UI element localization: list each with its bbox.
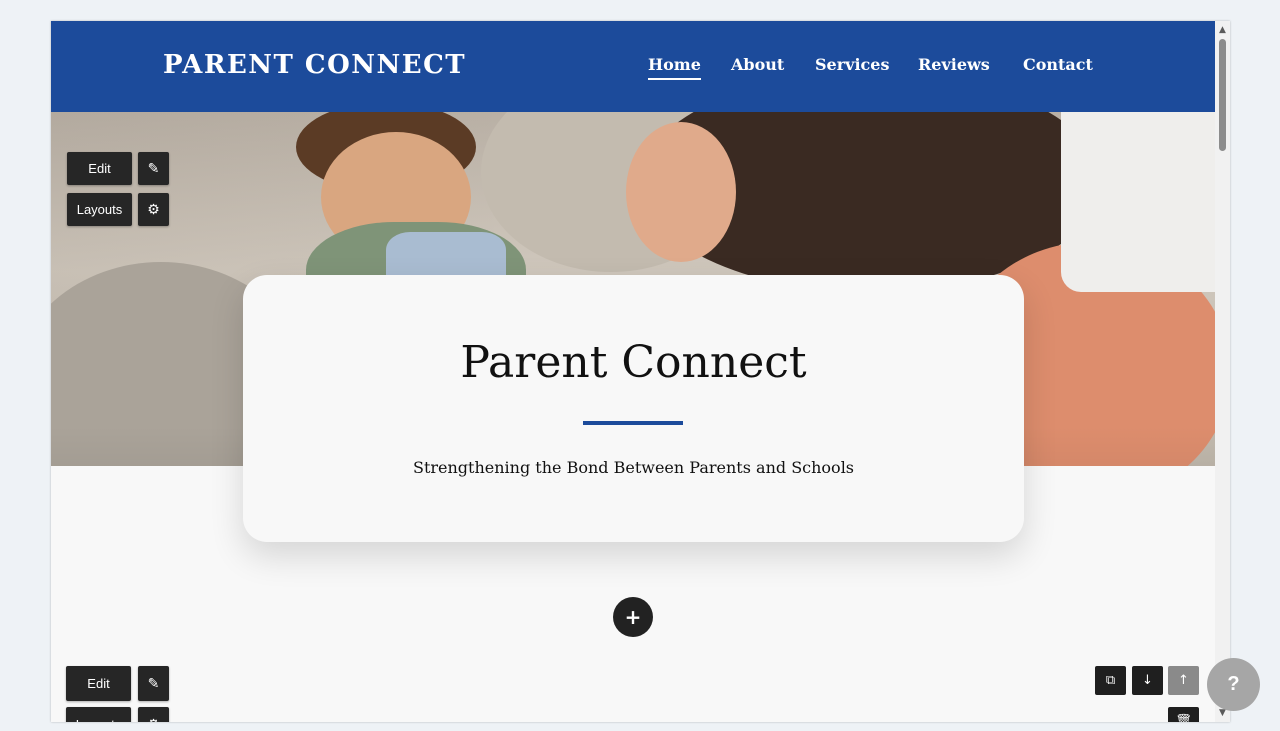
hero-layouts-button[interactable]: Layouts <box>67 193 132 226</box>
hero-magic-wand-icon[interactable]: ✎ <box>138 152 169 185</box>
title-divider <box>583 421 683 425</box>
section-magic-wand-icon[interactable]: ✎ <box>138 666 169 701</box>
scroll-up-icon[interactable]: ▲ <box>1215 22 1230 38</box>
site-header: PARENT CONNECT Home About Services Revie… <box>51 21 1215 112</box>
add-section-button[interactable]: + <box>613 597 653 637</box>
delete-section-icon[interactable]: 🗑 <box>1168 707 1199 722</box>
section-settings-icon[interactable]: ⚙ <box>138 707 169 722</box>
hero-card: Parent Connect Strengthening the Bond Be… <box>243 275 1024 542</box>
scrollbar[interactable]: ▲ ▼ <box>1215 21 1230 722</box>
help-button[interactable]: ? <box>1207 658 1260 711</box>
nav-services[interactable]: Services <box>815 55 889 78</box>
hero-subtitle: Strengthening the Bond Between Parents a… <box>412 458 855 477</box>
nav-about[interactable]: About <box>731 55 784 78</box>
nav-contact[interactable]: Contact <box>1023 55 1093 78</box>
main-nav: Home About Services Reviews Contact <box>51 55 1215 85</box>
mother-face-shape <box>626 122 736 262</box>
duplicate-section-icon[interactable]: ⧉ <box>1095 666 1126 695</box>
section-edit-button[interactable]: Edit <box>66 666 131 701</box>
hero-title: Parent Connect <box>460 337 807 388</box>
editor-frame: PARENT CONNECT Home About Services Revie… <box>51 21 1230 722</box>
section-layouts-button[interactable]: Layouts <box>66 707 131 722</box>
scrollbar-thumb[interactable] <box>1219 39 1226 151</box>
move-section-up-icon[interactable]: ↑ <box>1168 666 1199 695</box>
nav-reviews[interactable]: Reviews <box>918 55 990 78</box>
hero-settings-icon[interactable]: ⚙ <box>138 193 169 226</box>
move-section-down-icon[interactable]: ↓ <box>1132 666 1163 695</box>
hero-edit-button[interactable]: Edit <box>67 152 132 185</box>
site-preview: PARENT CONNECT Home About Services Revie… <box>51 21 1215 722</box>
nav-home[interactable]: Home <box>648 55 701 80</box>
window-light-shape <box>1061 112 1215 292</box>
